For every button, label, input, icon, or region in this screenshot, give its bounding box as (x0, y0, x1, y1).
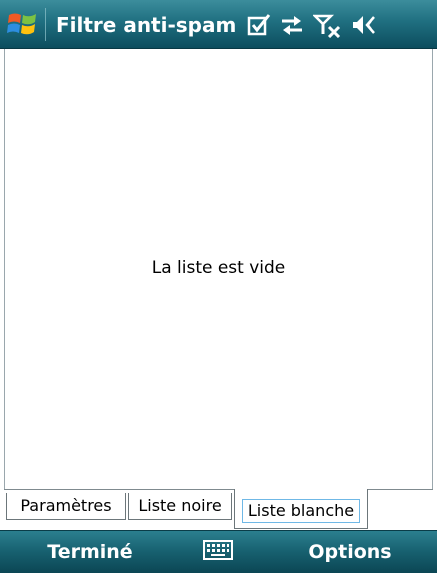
tab-strip-divider (4, 489, 433, 490)
tab-label: Paramètres (20, 496, 112, 515)
windows-start-icon[interactable] (6, 9, 38, 39)
title-bar: Filtre anti-spam (0, 0, 437, 49)
tab-parametres[interactable]: Paramètres (6, 493, 126, 520)
done-softkey[interactable]: Terminé (20, 531, 160, 573)
title-separator (45, 8, 46, 41)
soft-key-bar: Terminé Options (0, 530, 437, 573)
options-softkey[interactable]: Options (280, 531, 420, 573)
tab-label: Liste blanche (241, 499, 361, 523)
speaker-icon[interactable] (350, 12, 378, 38)
window-title: Filtre anti-spam (56, 13, 237, 37)
keyboard-icon[interactable] (203, 539, 233, 561)
tab-label: Liste noire (138, 496, 222, 515)
sync-icon[interactable] (279, 12, 305, 38)
tab-liste-blanche[interactable]: Liste blanche (234, 489, 368, 529)
list-area[interactable]: La liste est vide (4, 49, 433, 489)
signal-off-icon[interactable] (313, 12, 343, 38)
checkbox-icon[interactable] (246, 12, 272, 38)
empty-list-message: La liste est vide (151, 258, 286, 278)
tab-strip: Paramètres Liste noire Liste blanche (0, 489, 437, 530)
tab-liste-noire[interactable]: Liste noire (128, 493, 232, 520)
